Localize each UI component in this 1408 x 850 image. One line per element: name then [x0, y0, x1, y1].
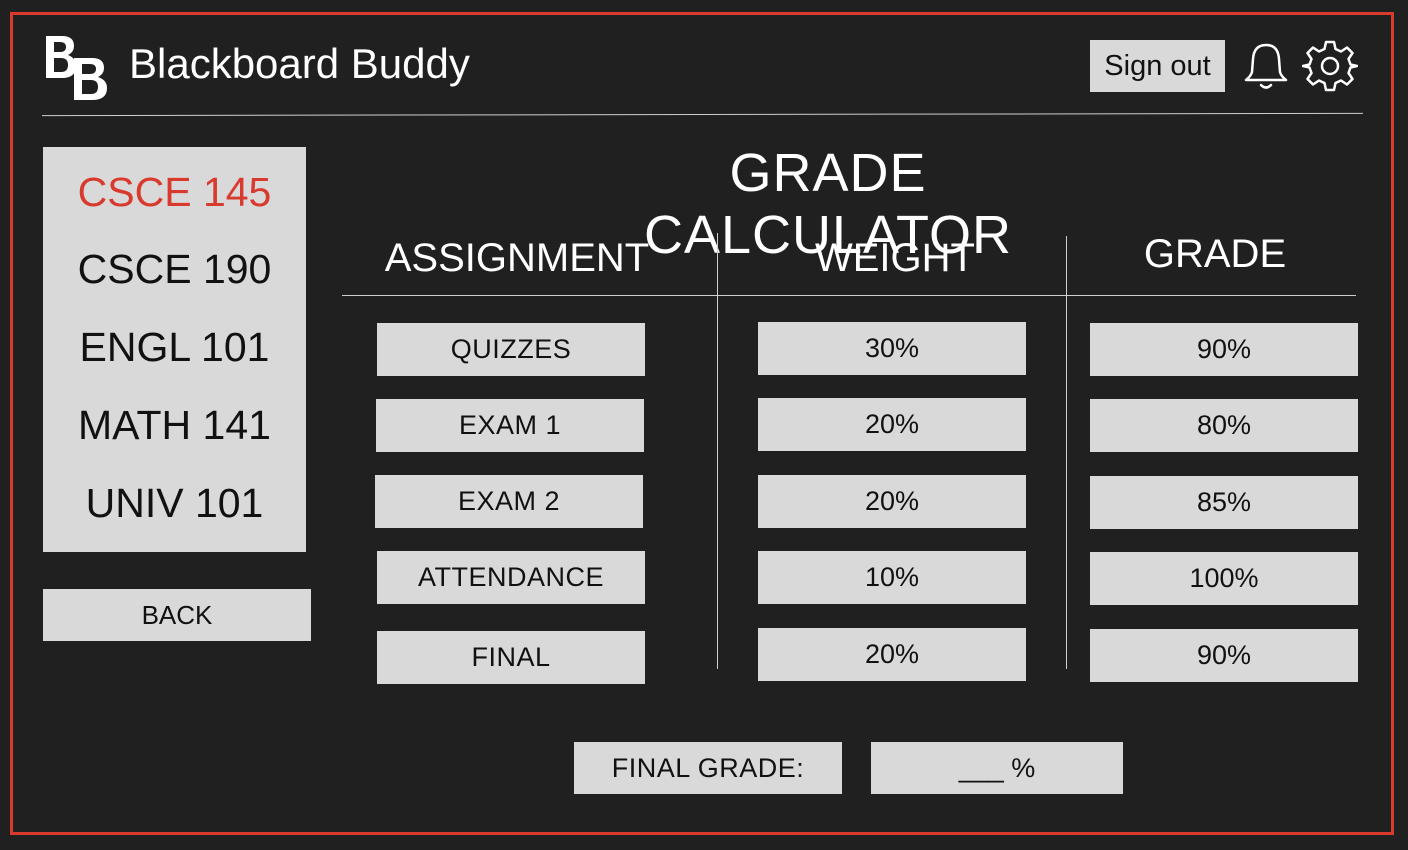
app-logo	[46, 36, 107, 100]
sidebar-item-csce-190[interactable]: CSCE 190	[43, 246, 306, 293]
grade-input[interactable]: 100%	[1090, 552, 1358, 605]
sidebar-item-csce-145[interactable]: CSCE 145	[43, 169, 306, 216]
app-title: Blackboard Buddy	[129, 40, 470, 87]
assignment-label: QUIZZES	[377, 323, 645, 376]
sidebar-item-math-141[interactable]: MATH 141	[43, 402, 306, 449]
weight-input[interactable]: 20%	[758, 475, 1026, 528]
back-button[interactable]: BACK	[43, 589, 311, 641]
column-header-grade: GRADE	[1143, 232, 1287, 276]
column-divider	[717, 233, 718, 669]
column-header-weight: WEIGHT	[815, 236, 975, 280]
grade-input[interactable]: 85%	[1090, 476, 1358, 529]
assignment-label: EXAM 1	[376, 399, 644, 452]
weight-input[interactable]: 10%	[758, 551, 1026, 604]
weight-input[interactable]: 20%	[758, 398, 1026, 451]
course-sidebar: CSCE 145 CSCE 190 ENGL 101 MATH 141 UNIV…	[43, 147, 306, 552]
final-grade-label: FINAL GRADE:	[574, 742, 842, 794]
assignment-label: FINAL	[377, 631, 645, 684]
sidebar-item-engl-101[interactable]: ENGL 101	[43, 324, 306, 371]
gear-icon[interactable]	[1302, 38, 1358, 94]
sidebar-item-univ-101[interactable]: UNIV 101	[43, 480, 306, 527]
assignment-label: EXAM 2	[375, 475, 643, 528]
grade-input[interactable]: 80%	[1090, 399, 1358, 452]
final-grade-value: ___ %	[871, 742, 1123, 794]
grade-input[interactable]: 90%	[1090, 629, 1358, 682]
assignment-label: ATTENDANCE	[377, 551, 645, 604]
bell-icon[interactable]	[1240, 40, 1292, 92]
column-header-assignment: ASSIGNMENT	[384, 236, 650, 280]
sign-out-button[interactable]: Sign out	[1090, 40, 1225, 92]
weight-input[interactable]: 30%	[758, 322, 1026, 375]
weight-input[interactable]: 20%	[758, 628, 1026, 681]
grade-input[interactable]: 90%	[1090, 323, 1358, 376]
column-divider	[1066, 236, 1067, 669]
header-row-divider	[342, 295, 1356, 296]
